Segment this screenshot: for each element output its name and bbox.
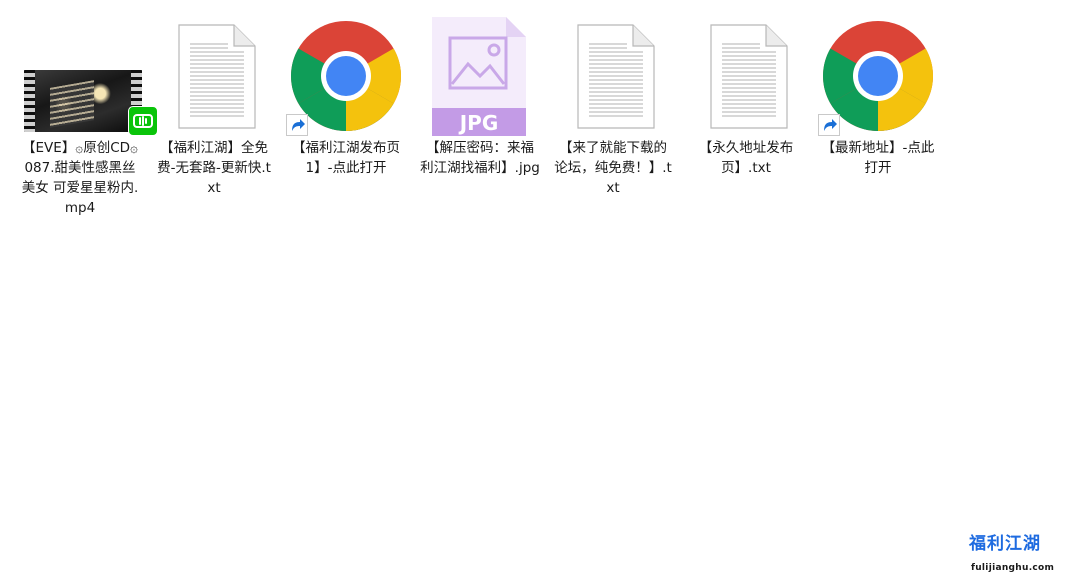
shortcut-arrow-icon	[286, 114, 308, 136]
desktop: 【EVE】۞原创CD۞087.甜美性感黑丝美女 可爱星星粉内.mp4 【福利江湖…	[0, 0, 1071, 585]
watermark-title: 福利江湖	[969, 534, 1041, 554]
file-jpg-password[interactable]: JPG 【解压密码：来福利江湖找福利】.jpg	[418, 14, 542, 178]
file-label: 【解压密码：来福利江湖找福利】.jpg	[420, 140, 540, 176]
chrome-icon	[284, 14, 408, 138]
jpg-badge-text: JPG	[458, 111, 499, 135]
file-label: 【EVE】۞原创CD۞087.甜美性感黑丝美女 可爱星星粉内.mp4	[21, 140, 139, 216]
file-text-forum[interactable]: 【来了就能下载的论坛，纯免费！】.txt	[551, 14, 675, 198]
file-label: 【福利江湖】全免费-无套路-更新快.txt	[157, 140, 271, 196]
file-text-permanent-address[interactable]: 【永久地址发布页】.txt	[684, 14, 808, 178]
file-video-mp4[interactable]: 【EVE】۞原创CD۞087.甜美性感黑丝美女 可爱星星粉内.mp4	[18, 14, 158, 218]
watermark-logo: 福利江湖 fulijianghu.com	[969, 533, 1065, 579]
chrome-icon	[816, 14, 940, 138]
text-document-icon	[684, 14, 808, 138]
file-label: 【永久地址发布页】.txt	[698, 140, 794, 176]
text-document-icon	[152, 14, 276, 138]
jpg-file-icon: JPG	[418, 14, 542, 138]
shortcut-arrow-icon	[818, 114, 840, 136]
file-label: 【最新地址】-点此打开	[821, 140, 935, 176]
video-thumbnail-icon	[24, 70, 142, 132]
file-label: 【福利江湖发布页1】-点此打开	[292, 140, 400, 176]
file-label: 【来了就能下载的论坛，纯免费！】.txt	[554, 140, 672, 196]
file-chrome-shortcut-1[interactable]: 【福利江湖发布页1】-点此打开	[284, 14, 408, 178]
watermark-url: fulijianghu.com	[971, 563, 1055, 573]
video-file-icon-wrap	[18, 14, 158, 138]
file-chrome-shortcut-2[interactable]: 【最新地址】-点此打开	[816, 14, 940, 178]
text-document-icon	[551, 14, 675, 138]
file-text-fulijianghu[interactable]: 【福利江湖】全免费-无套路-更新快.txt	[152, 14, 276, 198]
